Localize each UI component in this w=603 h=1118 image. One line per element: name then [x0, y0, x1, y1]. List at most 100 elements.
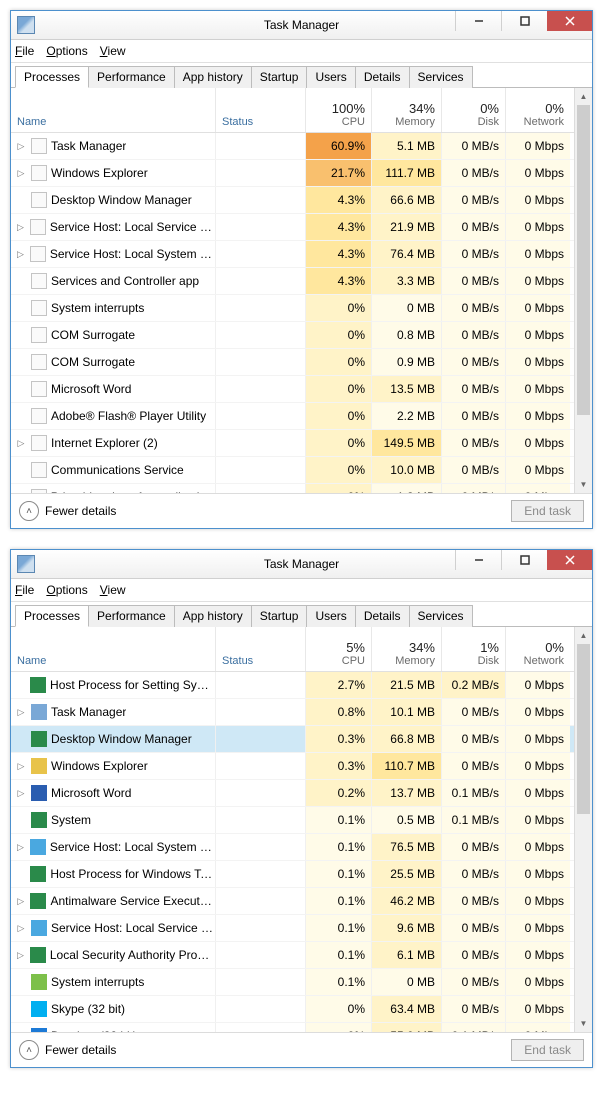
col-cpu[interactable]: ▼ 5% CPU — [306, 627, 372, 671]
process-row[interactable]: COM Surrogate 0% 0.8 MB 0 MB/s 0 Mbps — [11, 322, 574, 349]
expand-icon[interactable]: ▷ — [15, 896, 26, 907]
scroll-up-icon[interactable]: ▲ — [575, 88, 592, 105]
menu-file[interactable]: File — [15, 44, 34, 58]
end-task-button[interactable]: End task — [511, 1039, 584, 1061]
expand-icon[interactable]: ▷ — [15, 788, 27, 799]
network-value: 0 Mbps — [525, 1002, 564, 1016]
process-row[interactable]: ▷ Antimalware Service Executable 0.1% 46… — [11, 888, 574, 915]
process-row[interactable]: Adobe® Flash® Player Utility 0% 2.2 MB 0… — [11, 403, 574, 430]
scroll-down-icon[interactable]: ▼ — [575, 1015, 592, 1032]
col-status[interactable]: Status — [216, 88, 306, 132]
col-cpu[interactable]: ▼ 100% CPU — [306, 88, 372, 132]
expand-icon[interactable]: ▷ — [15, 168, 27, 179]
col-disk[interactable]: 1% Disk — [442, 627, 506, 671]
menu-view[interactable]: View — [100, 583, 126, 597]
expand-icon[interactable]: ▷ — [15, 707, 27, 718]
process-row[interactable]: Desktop Window Manager 4.3% 66.6 MB 0 MB… — [11, 187, 574, 214]
close-button[interactable] — [547, 11, 592, 31]
disk-value: 0 MB/s — [462, 948, 499, 962]
expand-icon[interactable]: ▷ — [15, 249, 26, 260]
vertical-scrollbar[interactable]: ▲ ▼ — [574, 88, 592, 493]
process-row[interactable]: ▷ Service Host: Local System (Net... 0.1… — [11, 834, 574, 861]
process-row[interactable]: System interrupts 0.1% 0 MB 0 MB/s 0 Mbp… — [11, 969, 574, 996]
process-row[interactable]: ▷ Microsoft Word 0.2% 13.7 MB 0.1 MB/s 0… — [11, 780, 574, 807]
tab-details[interactable]: Details — [355, 66, 410, 88]
tab-app-history[interactable]: App history — [174, 66, 252, 88]
end-task-button[interactable]: End task — [511, 500, 584, 522]
scroll-thumb[interactable] — [577, 644, 590, 814]
col-network[interactable]: 0% Network — [506, 627, 570, 671]
process-row[interactable]: ▷ Windows Explorer 21.7% 111.7 MB 0 MB/s… — [11, 160, 574, 187]
process-row[interactable]: ▷ Internet Explorer (2) 0% 149.5 MB 0 MB… — [11, 430, 574, 457]
col-network[interactable]: 0% Network — [506, 88, 570, 132]
scroll-up-icon[interactable]: ▲ — [575, 627, 592, 644]
process-row[interactable]: Services and Controller app 4.3% 3.3 MB … — [11, 268, 574, 295]
scroll-track[interactable] — [575, 105, 592, 476]
minimize-button[interactable] — [455, 11, 501, 31]
process-row[interactable]: ▷ Task Manager 0.8% 10.1 MB 0 MB/s 0 Mbp… — [11, 699, 574, 726]
scroll-down-icon[interactable]: ▼ — [575, 476, 592, 493]
process-row[interactable]: Communications Service 0% 10.0 MB 0 MB/s… — [11, 457, 574, 484]
process-row[interactable]: Host Process for Windows Tasks 0.1% 25.5… — [11, 861, 574, 888]
minimize-button[interactable] — [455, 550, 501, 570]
process-row[interactable]: Host Process for Setting Synchr... 2.7% … — [11, 672, 574, 699]
menu-options[interactable]: Options — [46, 44, 87, 58]
scroll-track[interactable] — [575, 644, 592, 1015]
process-row[interactable]: Skype (32 bit) 0% 63.4 MB 0 MB/s 0 Mbps — [11, 996, 574, 1023]
expand-icon[interactable]: ▷ — [15, 950, 26, 961]
process-row[interactable]: Desktop Window Manager 0.3% 66.8 MB 0 MB… — [11, 726, 574, 753]
col-name[interactable]: Name — [11, 627, 216, 671]
menu-file[interactable]: File — [15, 583, 34, 597]
col-disk[interactable]: 0% Disk — [442, 88, 506, 132]
tab-services[interactable]: Services — [409, 605, 473, 627]
menu-view[interactable]: View — [100, 44, 126, 58]
close-button[interactable] — [547, 550, 592, 570]
process-row[interactable]: Microsoft Word 0% 13.5 MB 0 MB/s 0 Mbps — [11, 376, 574, 403]
expand-icon[interactable]: ▷ — [15, 923, 27, 934]
tab-startup[interactable]: Startup — [251, 66, 308, 88]
process-row[interactable]: System interrupts 0% 0 MB 0 MB/s 0 Mbps — [11, 295, 574, 322]
tab-performance[interactable]: Performance — [88, 66, 175, 88]
expand-icon[interactable]: ▷ — [15, 141, 27, 152]
titlebar[interactable]: Task Manager — [11, 11, 592, 40]
cell-status — [216, 861, 306, 887]
titlebar[interactable]: Task Manager — [11, 550, 592, 579]
expand-icon[interactable]: ▷ — [15, 761, 27, 772]
process-row[interactable]: COM Surrogate 0% 0.9 MB 0 MB/s 0 Mbps — [11, 349, 574, 376]
cell-memory: 66.6 MB — [372, 187, 442, 213]
tab-performance[interactable]: Performance — [88, 605, 175, 627]
menu-options[interactable]: Options — [46, 583, 87, 597]
maximize-button[interactable] — [501, 550, 547, 570]
process-row[interactable]: ▷ Task Manager 60.9% 5.1 MB 0 MB/s 0 Mbp… — [11, 133, 574, 160]
process-row[interactable]: Print driver host for applications 0% 1.… — [11, 484, 574, 493]
tab-startup[interactable]: Startup — [251, 605, 308, 627]
process-name: System interrupts — [51, 975, 144, 989]
fewer-details-button[interactable]: ˄ Fewer details — [19, 1040, 116, 1060]
expand-icon[interactable]: ▷ — [15, 842, 26, 853]
fewer-details-button[interactable]: ˄ Fewer details — [19, 501, 116, 521]
vertical-scrollbar[interactable]: ▲ ▼ — [574, 627, 592, 1032]
process-row[interactable]: ▷ Service Host: Local Service (7) 0.1% 9… — [11, 915, 574, 942]
col-memory[interactable]: 34% Memory — [372, 88, 442, 132]
process-row[interactable]: ▷ Windows Explorer 0.3% 110.7 MB 0 MB/s … — [11, 753, 574, 780]
col-name[interactable]: Name — [11, 88, 216, 132]
scroll-thumb[interactable] — [577, 105, 590, 415]
process-row[interactable]: ▷ Service Host: Local Service (No ... 4.… — [11, 214, 574, 241]
expand-icon[interactable]: ▷ — [15, 222, 26, 233]
process-row[interactable]: Dropbox (32 bit) 0% 55.0 MB 0.1 MB/s 0 M… — [11, 1023, 574, 1032]
maximize-button[interactable] — [501, 11, 547, 31]
expand-icon[interactable]: ▷ — [15, 438, 27, 449]
tab-processes[interactable]: Processes — [15, 605, 89, 627]
tab-details[interactable]: Details — [355, 605, 410, 627]
process-row[interactable]: ▷ Service Host: Local System (Net... 4.3… — [11, 241, 574, 268]
process-row[interactable]: ▷ Local Security Authority Process... 0.… — [11, 942, 574, 969]
tab-services[interactable]: Services — [409, 66, 473, 88]
col-memory[interactable]: 34% Memory — [372, 627, 442, 671]
disk-value: 0 MB/s — [462, 274, 499, 288]
tab-users[interactable]: Users — [306, 605, 355, 627]
process-row[interactable]: System 0.1% 0.5 MB 0.1 MB/s 0 Mbps — [11, 807, 574, 834]
tab-users[interactable]: Users — [306, 66, 355, 88]
tab-processes[interactable]: Processes — [15, 66, 89, 88]
col-status[interactable]: Status — [216, 627, 306, 671]
tab-app-history[interactable]: App history — [174, 605, 252, 627]
